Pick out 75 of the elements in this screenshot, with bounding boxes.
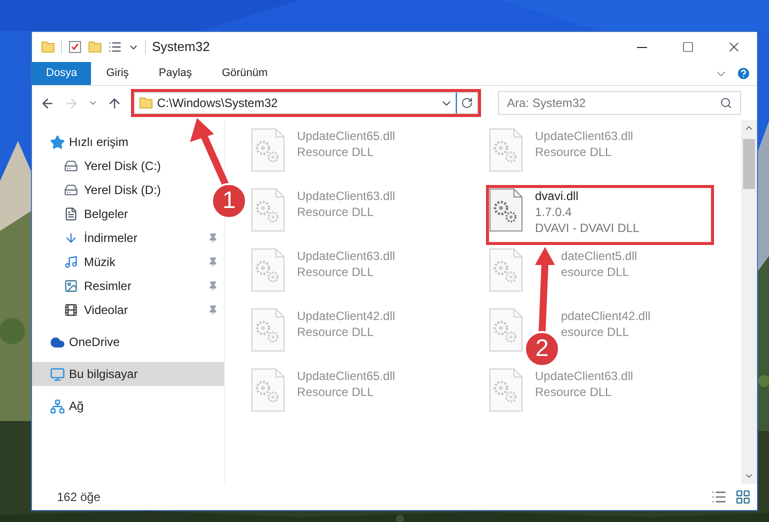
scrollbar[interactable]: [741, 120, 757, 484]
pin-icon[interactable]: [208, 281, 218, 291]
file-description: esource DLL: [561, 324, 630, 340]
search-placeholder: Ara: System32: [507, 95, 586, 112]
help-icon[interactable]: [736, 66, 751, 81]
music-note-icon: [64, 255, 78, 269]
gear-file-icon: [489, 368, 523, 412]
nav-item[interactable]: İndirmeler: [32, 226, 200, 250]
nav-item[interactable]: OneDrive: [32, 330, 192, 354]
up-icon[interactable]: [107, 96, 122, 110]
file-description: Resource DLL: [535, 384, 613, 400]
scroll-thumb[interactable]: [743, 139, 755, 189]
search-field[interactable]: Ara: System32: [498, 91, 741, 115]
document-icon: [64, 207, 78, 221]
ribbon-tab[interactable]: Paylaş: [144, 62, 207, 85]
drive-icon: [64, 159, 78, 173]
gear-file-icon: [489, 308, 523, 352]
ribbon-tab[interactable]: Dosya: [32, 62, 92, 85]
file-name[interactable]: dvavi.dll: [535, 188, 640, 204]
image-icon: [64, 279, 78, 293]
cloud-icon: [50, 334, 65, 350]
nav-item[interactable]: Müzik: [32, 250, 200, 274]
nav-item[interactable]: Hızlı erişim: [32, 130, 192, 154]
nav-item[interactable]: Ağ: [32, 394, 192, 418]
large-icons-view-icon[interactable]: [735, 489, 751, 505]
gear-file-icon: [251, 188, 285, 232]
window-title: System32: [152, 38, 210, 56]
gear-file-icon: [489, 248, 523, 292]
nav-item[interactable]: Videolar: [32, 298, 200, 322]
ribbon-tab[interactable]: Giriş: [91, 62, 144, 85]
nav-item[interactable]: Bu bilgisayar: [32, 362, 224, 386]
address-field[interactable]: C:\Windows\System32: [134, 92, 456, 114]
gear-file-icon: [251, 128, 285, 172]
film-icon: [64, 303, 78, 317]
file-description: Resource DLL: [297, 204, 375, 220]
properties-icon[interactable]: [68, 40, 82, 54]
folder-icon: [139, 96, 153, 110]
pin-icon[interactable]: [208, 305, 218, 315]
gear-file-icon: [489, 128, 523, 172]
download-icon: [64, 231, 78, 245]
file-description: Resource DLL: [535, 144, 613, 160]
folder-icon: [88, 40, 102, 54]
view-icon[interactable]: [108, 40, 122, 54]
nav-item[interactable]: Yerel Disk (D:): [32, 178, 200, 202]
maximize-icon: [682, 41, 694, 53]
nav-item[interactable]: Resimler: [32, 274, 200, 298]
file-version: 1.7.0.4: [535, 204, 573, 220]
file-description: Resource DLL: [297, 144, 375, 160]
address-path: C:\Windows\System32: [157, 95, 278, 112]
drive-icon: [64, 183, 78, 197]
gear-file-icon: [251, 308, 285, 352]
pin-icon[interactable]: [208, 233, 218, 243]
gear-file-icon: [251, 368, 285, 412]
gear-file-icon: [251, 248, 285, 292]
refresh-button[interactable]: [456, 92, 478, 114]
file-description: esource DLL: [561, 264, 630, 280]
file-description: Resource DLL: [297, 264, 375, 280]
nav-item[interactable]: Yerel Disk (C:): [32, 154, 200, 178]
details-view-icon[interactable]: [711, 489, 727, 505]
pin-icon[interactable]: [208, 257, 218, 267]
network-icon: [50, 398, 65, 414]
gear-file-icon: [489, 188, 523, 232]
minimize-icon: [637, 46, 647, 48]
star-icon: [50, 134, 65, 150]
file-description: DVAVI - DVAVI DLL: [535, 220, 640, 236]
search-icon: [720, 97, 732, 109]
ribbon-tab[interactable]: Görünüm: [206, 62, 283, 85]
refresh-icon: [461, 97, 473, 109]
item-count: 162 öğe: [57, 489, 100, 506]
folder-icon: [41, 40, 55, 54]
file-description: Resource DLL: [297, 324, 375, 340]
back-icon[interactable]: [40, 96, 55, 110]
file-description: Resource DLL: [297, 384, 375, 400]
nav-item[interactable]: Belgeler: [32, 202, 200, 226]
monitor-icon: [50, 366, 65, 382]
